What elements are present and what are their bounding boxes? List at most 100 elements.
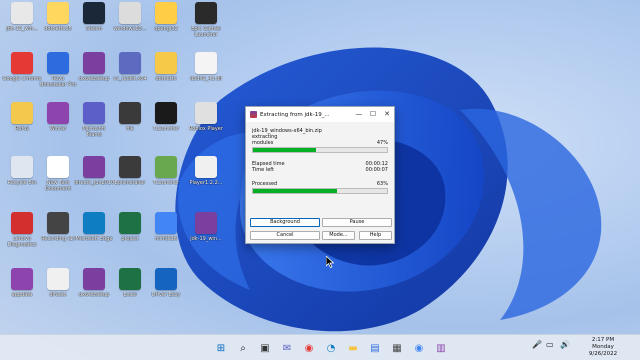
- desktop-icon[interactable]: New Text Document: [40, 156, 76, 208]
- app-icon: [119, 52, 141, 74]
- desktop-icon[interactable]: windows10...: [112, 2, 148, 54]
- microphone-icon[interactable]: 🎤: [532, 340, 542, 349]
- desktop-icon[interactable]: EpicInstaller: [112, 156, 148, 208]
- app-icon: [119, 268, 141, 290]
- mode-button[interactable]: Mode...: [322, 231, 355, 240]
- desktop-icon-label: dotnetfx: [155, 76, 177, 82]
- desktop-icon[interactable]: Player1.2.2...: [188, 156, 224, 208]
- minimize-button[interactable]: —: [352, 107, 366, 122]
- desktop-icon[interactable]: directx_Jun2010...: [74, 156, 114, 208]
- desktop-icon[interactable]: jdk-19_win...: [188, 212, 224, 264]
- desktop-icon[interactable]: Steam: [76, 2, 112, 54]
- desktop-icon[interactable]: Lenovo Diagnostics: [4, 212, 40, 264]
- app-icon: [11, 102, 33, 124]
- desktop-icon-label: vc_redist.x64: [113, 76, 147, 82]
- desktop-icon[interactable]: dotnetfx: [148, 52, 184, 104]
- desktop-icon[interactable]: Driver Easy: [148, 268, 184, 320]
- chat-icon[interactable]: ✉: [280, 341, 294, 355]
- clock-time: 2:17 PM: [591, 337, 615, 343]
- desktop-icon-label: dxwebsetup: [78, 292, 110, 298]
- mouse-cursor-icon: [326, 256, 334, 268]
- desktop-icon[interactable]: opengl32: [148, 2, 184, 54]
- desktop-icon[interactable]: Google Chrome: [3, 52, 41, 104]
- app-icon: [47, 212, 69, 234]
- app-icon: [119, 156, 141, 178]
- desktop-icon[interactable]: dxwebsetup: [76, 268, 112, 320]
- desktop-icon[interactable]: project: [112, 212, 148, 264]
- desktop-icon-label: Microsoft Edge: [75, 236, 113, 242]
- help-button[interactable]: Help: [359, 231, 392, 240]
- desktop-icon[interactable]: dxwebsetup: [76, 52, 112, 104]
- winrar-icon[interactable]: ▥: [434, 341, 448, 355]
- desktop-icon[interactable]: d3dx9_43.dll: [188, 52, 224, 104]
- maximize-button[interactable]: ☐: [366, 107, 380, 122]
- desktop-icon-label: Steam: [85, 26, 103, 32]
- desktop-icon[interactable]: Recycle Bin: [4, 156, 40, 208]
- desktop-icon-label: Microsoft Teams: [82, 126, 106, 138]
- close-button[interactable]: ✕: [380, 107, 394, 122]
- app-icon: [47, 156, 69, 178]
- desktop-icon-label: dotnetfx35: [44, 26, 72, 32]
- desktop-icon-label: directx: [49, 292, 67, 298]
- desktop-icon[interactable]: Microsoft Edge: [76, 212, 112, 264]
- chrome-icon-2[interactable]: ◉: [412, 341, 426, 355]
- app-icon: [119, 212, 141, 234]
- app-icon: [155, 2, 177, 24]
- system-clock[interactable]: 2:17 PM Monday 9/26/2022: [578, 337, 628, 358]
- desktop-icon[interactable]: Revo Uninstaller Pro: [40, 52, 76, 104]
- desktop-icon[interactable]: TLauncher: [148, 156, 184, 208]
- winrar-icon: [250, 111, 257, 118]
- search-icon[interactable]: ⌕: [236, 341, 250, 355]
- desktop-icon-label: Revo Uninstaller Pro: [39, 76, 77, 88]
- cancel-button[interactable]: Cancel: [250, 231, 320, 240]
- desktop-icon-label: opengl32: [154, 26, 178, 32]
- desktop-icon[interactable]: Rufus: [4, 102, 40, 154]
- app-icon: [83, 156, 105, 178]
- chrome-icon[interactable]: ◉: [302, 341, 316, 355]
- desktop-icon[interactable]: Winrar: [40, 102, 76, 154]
- item-percent: 47%: [376, 140, 388, 146]
- desktop-icon[interactable]: appdata: [4, 268, 40, 320]
- app-icon: [195, 52, 217, 74]
- news-icon[interactable]: ▦: [390, 341, 404, 355]
- app-icon: [119, 2, 141, 24]
- app-icon: [47, 52, 69, 74]
- time-left-label: Time left: [252, 167, 274, 173]
- network-icon[interactable]: ▭: [546, 340, 554, 349]
- desktop-icon-label: Driver Easy: [151, 292, 181, 298]
- app-icon: [11, 156, 33, 178]
- app-icon: [155, 156, 177, 178]
- app-icon: [195, 212, 217, 234]
- desktop-icon[interactable]: Epic Games Launcher: [188, 2, 224, 54]
- desktop-icon-label: Winrar: [49, 126, 67, 132]
- file-explorer-icon[interactable]: ▬: [346, 341, 360, 355]
- desktop-icon[interactable]: Recording (1): [40, 212, 76, 264]
- desktop-icon[interactable]: Microsoft Teams: [76, 102, 112, 154]
- desktop-icon-label: New Text Document: [45, 180, 71, 192]
- desktop-icon[interactable]: TLauncher: [148, 102, 184, 154]
- desktop-icon[interactable]: minidebt: [148, 212, 184, 264]
- desktop-icon[interactable]: Excel: [112, 268, 148, 320]
- desktop-icon[interactable]: file: [112, 102, 148, 154]
- desktop-icon[interactable]: vc_redist.x64: [112, 52, 148, 104]
- volume-icon[interactable]: 🔊: [560, 340, 570, 349]
- processed-label: Processed: [252, 181, 278, 187]
- clock-date: 9/26/2022: [588, 351, 618, 357]
- app-icon: [83, 2, 105, 24]
- background-button[interactable]: Background: [250, 218, 320, 227]
- taskbar: ⊞ ⌕ ▣ ✉ ◉ ◔ ▬ ▤ ▦ ◉ ▥ 🎤 ▭ 🔊 2:17 PM Monday 9/26/20…: [0, 334, 640, 360]
- desktop-icon[interactable]: Roblox Player: [188, 102, 224, 154]
- dialog-titlebar[interactable]: Extracting from jdk-19_... — ☐ ✕: [246, 107, 394, 122]
- task-view-icon[interactable]: ▣: [258, 341, 272, 355]
- store-icon[interactable]: ▤: [368, 341, 382, 355]
- desktop-icon-label: Roblox Player: [189, 126, 223, 132]
- desktop-icon[interactable]: directx: [40, 268, 76, 320]
- app-icon: [47, 2, 69, 24]
- edge-icon[interactable]: ◔: [324, 341, 338, 355]
- pause-button[interactable]: Pause: [322, 218, 392, 227]
- desktop-icon-label: TLauncher: [152, 126, 180, 132]
- processed-progress-bar: [252, 188, 388, 194]
- windows-start-icon[interactable]: ⊞: [214, 341, 228, 355]
- desktop-icon[interactable]: dotnetfx35: [40, 2, 76, 54]
- desktop-icon[interactable]: jdk-19_win...: [4, 2, 40, 54]
